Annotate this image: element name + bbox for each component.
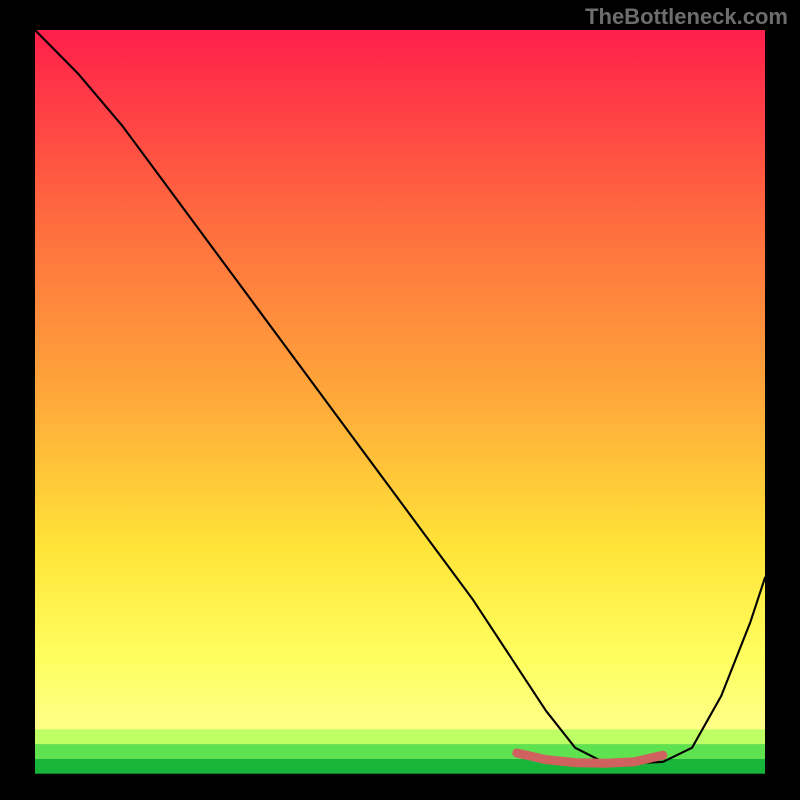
- watermark-text: TheBottleneck.com: [585, 4, 788, 30]
- chart-canvas: [0, 0, 800, 800]
